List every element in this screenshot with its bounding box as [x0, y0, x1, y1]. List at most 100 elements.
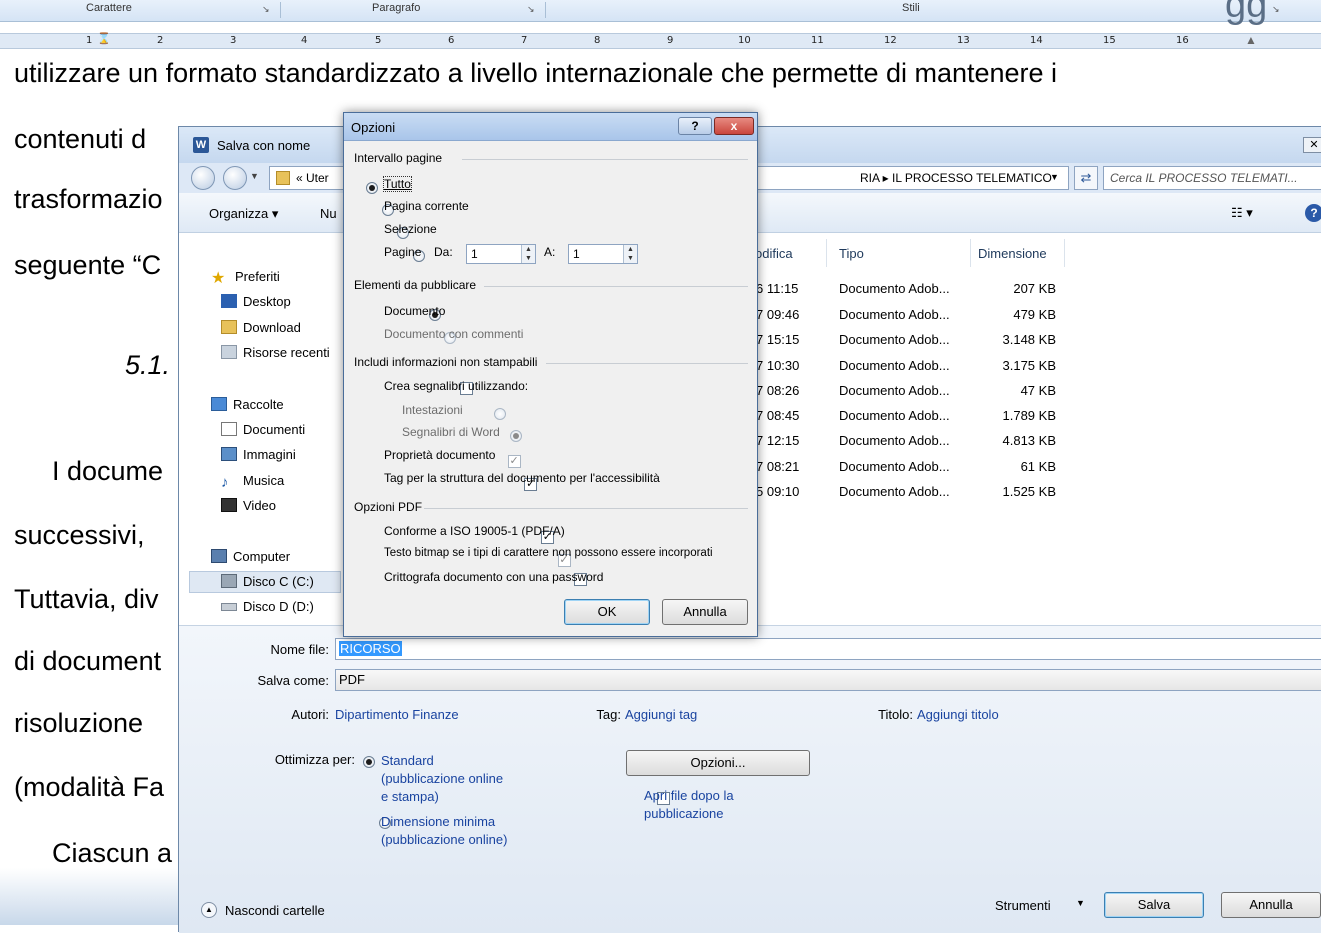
column-divider[interactable]: [826, 239, 827, 267]
help-icon[interactable]: ?: [1305, 204, 1321, 222]
nav-item-documents[interactable]: Documenti: [221, 422, 305, 437]
drive-icon: [221, 574, 237, 588]
authors-field[interactable]: Dipartimento Finanze: [335, 707, 459, 722]
nav-item-desktop[interactable]: Desktop: [221, 294, 291, 309]
tags-label[interactable]: Tag per la struttura del documento per l…: [384, 471, 660, 485]
range-all-label[interactable]: Tutto: [383, 176, 412, 192]
nav-item-favorites[interactable]: ★ Preferiti: [211, 269, 280, 287]
tag-field[interactable]: Aggiungi tag: [625, 707, 697, 722]
properties-label[interactable]: Proprietà documento: [384, 448, 495, 462]
paragraph-launcher-icon[interactable]: ↘: [527, 4, 535, 15]
filename-input[interactable]: RICORSO: [335, 638, 1321, 660]
ruler-number: 10: [738, 35, 751, 46]
encrypt-label[interactable]: Crittografa documento con una password: [384, 570, 603, 584]
desktop-icon: [221, 294, 237, 308]
bitmap-label[interactable]: Testo bitmap se i tipi di carattere non …: [384, 547, 713, 559]
optimize-standard-option[interactable]: Standard (pubblicazione online e stampa): [381, 752, 503, 806]
page-range-heading: Intervallo pagine: [354, 151, 443, 165]
help-icon[interactable]: ?: [678, 117, 712, 135]
horizontal-ruler[interactable]: 1 ⌛ 2 3 4 5 6 7 8 9 10 11 12 13 14 15 16…: [0, 33, 1321, 49]
ribbon-group-font[interactable]: Carattere: [86, 2, 132, 14]
word-bookmarks-label[interactable]: Segnalibri di Word: [402, 425, 500, 439]
ribbon: Carattere ↘ Paragrafo ↘ Stili ↘ gg: [0, 0, 1321, 26]
cancel-button[interactable]: Annulla: [1221, 892, 1321, 918]
view-options-icon[interactable]: ☷ ▾: [1231, 205, 1253, 221]
options-button[interactable]: Opzioni...: [626, 750, 810, 776]
music-icon: ♪: [221, 474, 229, 491]
collapse-chevron-icon[interactable]: ▲: [201, 902, 217, 918]
stepper-arrows-icon[interactable]: ▲ ▼: [623, 245, 637, 263]
ribbon-group-paragraph[interactable]: Paragrafo: [372, 2, 420, 14]
filename-label: Nome file:: [270, 642, 329, 657]
nav-item-disk-c[interactable]: Disco C (C:): [221, 574, 314, 589]
open-after-label[interactable]: Apri file dopo la pubblicazione: [644, 787, 734, 823]
font-launcher-icon[interactable]: ↘: [262, 4, 270, 15]
save-type-select[interactable]: PDF: [335, 669, 1321, 691]
back-icon[interactable]: [191, 166, 215, 190]
bookmarks-label[interactable]: Crea segnalibri utilizzando:: [384, 379, 528, 393]
forward-icon[interactable]: [223, 166, 247, 190]
styles-launcher-icon[interactable]: ↘: [1272, 4, 1280, 15]
file-size: 47 KB: [1020, 383, 1056, 398]
optimize-min-option[interactable]: Dimensione minima (pubblicazione online): [381, 813, 507, 849]
column-type[interactable]: Tipo: [839, 246, 864, 261]
recent-pages-chevron-icon[interactable]: ▼: [250, 171, 259, 181]
title-field[interactable]: Aggiungi titolo: [917, 707, 999, 722]
publish-comments-label[interactable]: Documento con commenti: [384, 327, 523, 341]
nav-item-recent[interactable]: Risorse recenti: [221, 345, 330, 360]
refresh-icon[interactable]: ⇄: [1074, 166, 1098, 190]
close-icon[interactable]: x: [714, 117, 754, 135]
tools-chevron-icon[interactable]: ▼: [1076, 898, 1085, 908]
range-to-stepper[interactable]: 1 ▲ ▼: [568, 244, 638, 264]
range-from-stepper[interactable]: 1 ▲ ▼: [466, 244, 536, 264]
nav-item-download[interactable]: Download: [221, 320, 301, 335]
word-bookmarks-radio[interactable]: [510, 430, 522, 442]
libraries-icon: [211, 397, 227, 411]
stepper-arrows-icon[interactable]: ▲ ▼: [521, 245, 535, 263]
hide-folders-link[interactable]: Nascondi cartelle: [225, 903, 325, 918]
ok-button[interactable]: OK: [564, 599, 650, 625]
nav-label: Immagini: [243, 447, 296, 462]
search-input[interactable]: Cerca IL PROCESSO TELEMATI...: [1103, 166, 1321, 190]
address-dropdown-icon[interactable]: ▼: [1050, 172, 1059, 182]
nav-item-video[interactable]: Video: [221, 498, 276, 513]
organize-button[interactable]: Organizza ▾: [209, 206, 278, 222]
iso-label[interactable]: Conforme a ISO 19005-1 (PDF/A): [384, 524, 565, 538]
properties-checkbox[interactable]: ✓: [507, 455, 521, 468]
nav-item-computer[interactable]: Computer: [211, 549, 290, 564]
indent-marker-icon[interactable]: ⌛: [97, 32, 111, 45]
tools-menu[interactable]: Strumenti: [995, 898, 1051, 913]
nav-item-music[interactable]: ♪ Musica: [221, 473, 284, 490]
optimize-standard-radio[interactable]: [363, 756, 375, 768]
address-path-prefix[interactable]: « Uter: [296, 171, 329, 185]
close-icon[interactable]: ✕: [1303, 137, 1321, 153]
range-current-label[interactable]: Pagina corrente: [384, 199, 469, 213]
address-path[interactable]: RIA ▸ IL PROCESSO TELEMATICO: [860, 171, 1052, 185]
ruler-number: 6: [448, 35, 455, 46]
column-size[interactable]: Dimensione: [978, 246, 1047, 261]
save-button[interactable]: Salva: [1104, 892, 1204, 918]
nav-item-images[interactable]: Immagini: [221, 447, 296, 462]
file-size: 61 KB: [1020, 459, 1056, 474]
nav-label: Computer: [233, 549, 291, 564]
column-modified[interactable]: odifica: [755, 246, 793, 261]
ruler-number: 14: [1030, 35, 1043, 46]
range-pages-label[interactable]: Pagine: [384, 245, 421, 259]
column-divider[interactable]: [970, 239, 971, 267]
range-selection-label[interactable]: Selezione: [384, 222, 437, 236]
column-divider[interactable]: [1064, 239, 1065, 267]
new-folder-button[interactable]: Nu: [320, 206, 337, 221]
file-size: 1.525 KB: [1002, 484, 1057, 499]
nav-item-libraries[interactable]: Raccolte: [211, 397, 284, 412]
nav-label: Musica: [243, 473, 285, 488]
options-titlebar[interactable]: Opzioni ? x: [344, 113, 757, 141]
headings-label[interactable]: Intestazioni: [402, 403, 463, 417]
nav-item-disk-d[interactable]: Disco D (D:): [221, 599, 314, 614]
images-icon: [221, 447, 237, 461]
headings-radio[interactable]: [494, 408, 507, 420]
cancel-button[interactable]: Annulla: [662, 599, 748, 625]
publish-document-label[interactable]: Documento: [384, 304, 445, 318]
range-all-radio[interactable]: [366, 182, 378, 194]
right-indent-marker-icon[interactable]: ▲: [1245, 33, 1257, 47]
ribbon-group-styles[interactable]: Stili: [902, 2, 920, 14]
